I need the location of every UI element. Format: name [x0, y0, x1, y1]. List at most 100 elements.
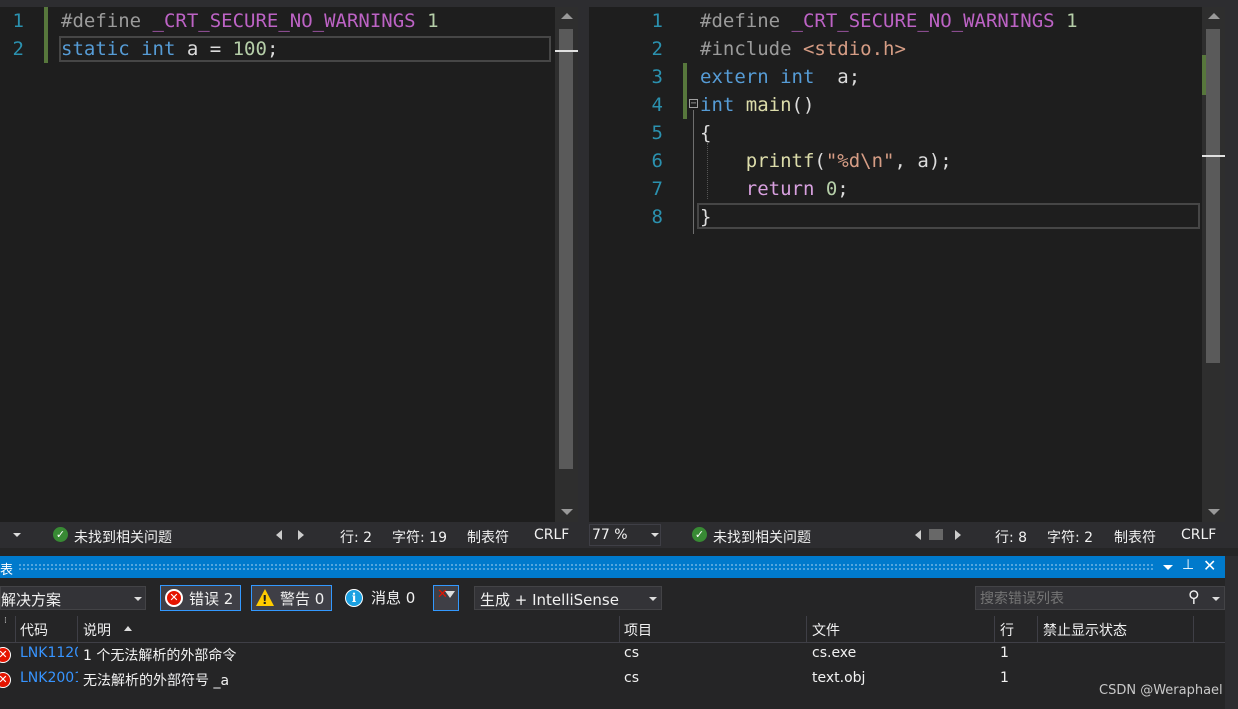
zoom-dropdown-arrow-icon[interactable] — [13, 533, 21, 537]
code-cell[interactable]: LNK2001 — [20, 670, 78, 686]
code-token: printf — [745, 150, 815, 172]
column-suppression[interactable]: 禁止显示状态 — [1043, 620, 1127, 640]
issues-status[interactable]: 未找到相关问题 — [74, 527, 172, 547]
code-line[interactable]: #include <stdio.h> — [700, 35, 906, 63]
sort-ascending-icon — [124, 626, 132, 631]
table-row[interactable]: ✕ LNK1120 1 个无法解析的外部命令 cs cs.exe 1 — [0, 643, 1225, 668]
right-editor[interactable]: − 1 #define _CRT_SECURE_NO_WARNINGS 1 2 #in… — [589, 7, 1200, 522]
column-file[interactable]: 文件 — [812, 620, 840, 640]
col-sep — [1037, 616, 1038, 642]
col-sep — [15, 616, 16, 642]
column-code[interactable]: 代码 — [20, 620, 48, 640]
code-token: { — [700, 122, 712, 144]
search-options-icon[interactable] — [1212, 597, 1220, 601]
scroll-down-icon[interactable] — [1208, 509, 1220, 515]
change-margin-bar — [44, 7, 48, 63]
line-indicator[interactable]: 行: 8 — [995, 527, 1027, 547]
code-cell[interactable]: LNK1120 — [20, 645, 78, 661]
nav-prev-icon[interactable] — [915, 530, 921, 540]
tabs-indicator[interactable]: 制表符 — [467, 527, 509, 547]
project-cell: cs — [624, 645, 639, 661]
project-cell: cs — [624, 670, 639, 686]
code-line[interactable]: static int a = 100; — [61, 35, 278, 63]
error-icon: ✕ — [0, 672, 11, 688]
messages-label: 消息 0 — [371, 589, 416, 607]
code-token: #define — [700, 10, 792, 32]
col-sep — [806, 616, 807, 642]
code-line[interactable]: { — [700, 119, 711, 147]
search-error-list[interactable]: ⚲ — [975, 586, 1225, 610]
warnings-filter-button[interactable]: ! 警告 0 — [251, 585, 332, 611]
check-ok-icon: ✓ — [692, 527, 707, 542]
line-number: 4 — [651, 94, 663, 116]
messages-filter-button[interactable]: i 消息 0 — [342, 585, 423, 611]
build-filter-dropdown[interactable]: 生成 + IntelliSense — [474, 586, 662, 610]
code-token: 100 — [232, 38, 267, 60]
column-line[interactable]: 行 — [1000, 620, 1014, 640]
col-sep — [77, 616, 78, 642]
nav-next-icon[interactable] — [955, 530, 961, 540]
panel-menu-icon[interactable] — [1163, 565, 1173, 570]
code-line[interactable]: return 0; — [700, 175, 849, 203]
left-vertical-scrollbar[interactable] — [555, 7, 578, 522]
close-icon[interactable]: ✕ — [1203, 556, 1216, 575]
table-row[interactable]: ✕ LNK2001 无法解析的外部符号 _a cs text.obj 1 — [0, 668, 1225, 693]
column-project[interactable]: 项目 — [624, 620, 652, 640]
search-icon[interactable]: ⚲ — [1188, 587, 1200, 606]
issues-status[interactable]: 未找到相关问题 — [713, 527, 811, 547]
collapse-icon[interactable]: − — [689, 99, 698, 109]
editor-splitter[interactable] — [578, 0, 589, 548]
column-description[interactable]: 说明 — [83, 620, 111, 640]
pin-icon[interactable]: ⊥ — [1182, 557, 1194, 573]
scrollbar-thumb[interactable] — [1206, 29, 1220, 363]
eol-indicator[interactable]: CRLF — [534, 527, 569, 543]
nav-prev-icon[interactable] — [276, 530, 282, 540]
line-cell: 1 — [1000, 645, 1009, 661]
line-number: 7 — [651, 178, 663, 200]
filter-toggle-button[interactable]: ✕ — [433, 585, 459, 611]
code-line[interactable]: printf("%d\n", a); — [700, 147, 952, 175]
line-number: 1 — [12, 10, 24, 32]
char-indicator[interactable]: 字符: 19 — [392, 527, 447, 547]
file-cell: text.obj — [812, 670, 866, 686]
left-editor[interactable]: 1 #define _CRT_SECURE_NO_WARNINGS 1 2 stati… — [0, 7, 553, 522]
tabs-indicator[interactable]: 制表符 — [1114, 527, 1156, 547]
scroll-down-icon[interactable] — [561, 509, 573, 515]
code-line[interactable]: int main() — [700, 91, 814, 119]
code-line[interactable]: } — [700, 203, 711, 231]
column-options-icon[interactable]: ⁞ — [4, 616, 7, 626]
check-ok-icon: ✓ — [53, 527, 68, 542]
errors-filter-button[interactable]: ✕ 错误 2 — [160, 585, 241, 611]
right-vertical-scrollbar[interactable] — [1202, 7, 1225, 522]
col-sep — [994, 616, 995, 642]
char-indicator[interactable]: 字符: 2 — [1047, 527, 1093, 547]
line-indicator[interactable]: 行: 2 — [340, 527, 372, 547]
title-grip — [18, 563, 1153, 571]
warning-mark: ! — [262, 593, 268, 607]
nav-next-icon[interactable] — [298, 530, 304, 540]
code-token: return — [745, 178, 826, 200]
eol-indicator[interactable]: CRLF — [1181, 527, 1216, 543]
chevron-down-icon — [649, 597, 657, 601]
code-line[interactable]: #define _CRT_SECURE_NO_WARNINGS 1 — [61, 7, 439, 35]
line-number: 3 — [651, 66, 663, 88]
scope-dropdown[interactable]: 解决方案 — [0, 586, 146, 610]
code-token: ; — [266, 38, 279, 60]
code-line[interactable]: #define _CRT_SECURE_NO_WARNINGS 1 — [700, 7, 1078, 35]
code-token: } — [700, 206, 712, 228]
code-token: ; — [837, 178, 849, 200]
code-line[interactable]: extern int a; — [700, 63, 860, 91]
scrollbar-thumb[interactable] — [559, 29, 573, 469]
horizontal-scroll-thumb[interactable] — [929, 529, 943, 540]
scroll-up-icon[interactable] — [561, 13, 573, 19]
error-list-scrollbar[interactable] — [1225, 556, 1238, 709]
zoom-dropdown[interactable]: 77 % — [589, 524, 661, 546]
scroll-position-marker — [1202, 155, 1225, 157]
code-token: "%d\n" — [825, 150, 895, 172]
search-input[interactable] — [978, 588, 1182, 610]
scroll-up-icon[interactable] — [1208, 13, 1220, 19]
